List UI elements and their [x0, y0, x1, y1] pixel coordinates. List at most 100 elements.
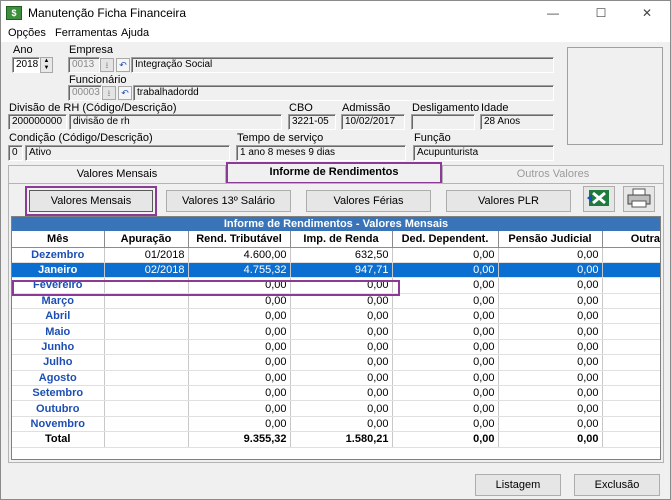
- table-cell: 01/2018: [104, 247, 189, 263]
- table-cell: 0,00: [498, 247, 603, 263]
- empresa-lookup-icon[interactable]: ⭳: [100, 58, 114, 72]
- ano-input[interactable]: 2018: [12, 57, 40, 73]
- cbo-field: 3221-05: [288, 114, 336, 130]
- table-cell: 0,00: [188, 293, 291, 310]
- valores-plr-button[interactable]: Valores PLR: [446, 190, 571, 212]
- table-cell: 0,00: [498, 400, 603, 417]
- table-cell: 0,00: [498, 262, 603, 279]
- col-rend-tributavel[interactable]: Rend. Tributável: [188, 231, 291, 248]
- close-button[interactable]: ✕: [624, 1, 670, 26]
- maximize-button[interactable]: ☐: [578, 1, 624, 26]
- table-cell: 0,00: [290, 400, 393, 417]
- table-cell: 0,00: [290, 308, 393, 325]
- table-cell: [104, 277, 189, 294]
- table-cell: [602, 370, 660, 387]
- grid-title: Informe de Rendimentos - Valores Mensais: [12, 217, 660, 231]
- col-apuracao[interactable]: Apuração: [104, 231, 189, 248]
- table-cell: 0,00: [392, 400, 499, 417]
- table-cell: [602, 262, 660, 279]
- table-row[interactable]: Abril 0,00 0,00 0,00 0,00: [12, 308, 660, 325]
- month-cell: Maio: [12, 323, 105, 340]
- table-cell: [602, 247, 660, 263]
- col-pensao-judicial[interactable]: Pensão Judicial: [498, 231, 603, 248]
- table-cell: 0,00: [392, 247, 499, 263]
- tab-valores-mensais[interactable]: Valores Mensais: [8, 165, 226, 183]
- empresa-code-input[interactable]: 0013: [68, 57, 100, 73]
- admissao-field: 10/02/2017: [341, 114, 405, 130]
- desligamento-label: Desligamento: [412, 102, 480, 114]
- table-row[interactable]: Dezembro 01/2018 4.600,00 632,50 0,00 0,00: [12, 247, 660, 263]
- table-cell: [602, 400, 660, 417]
- table-cell: [104, 293, 189, 310]
- table-cell: 0,00: [188, 277, 291, 294]
- export-excel-icon[interactable]: [583, 186, 615, 212]
- month-cell: Julho: [12, 354, 105, 371]
- exclusao-button[interactable]: Exclusão: [574, 474, 660, 496]
- month-cell: Abril: [12, 308, 105, 325]
- table-cell: 0,00: [392, 339, 499, 356]
- table-cell: 0,00: [498, 370, 603, 387]
- tab-informe-rendimentos[interactable]: Informe de Rendimentos: [226, 162, 442, 184]
- valores-13-salario-button[interactable]: Valores 13º Salário: [166, 190, 291, 212]
- table-row[interactable]: Agosto 0,00 0,00 0,00 0,00: [12, 370, 660, 387]
- month-cell: Outubro: [12, 400, 105, 417]
- table-row[interactable]: Fevereiro 0,00 0,00 0,00 0,00: [12, 277, 660, 294]
- table-row[interactable]: Março 0,00 0,00 0,00 0,00: [12, 293, 660, 310]
- tab-outros-valores[interactable]: Outros Valores: [442, 165, 664, 183]
- col-ded-dependent[interactable]: Ded. Dependent.: [392, 231, 499, 248]
- table-cell: 0,00: [392, 277, 499, 294]
- table-cell: 0,00: [188, 370, 291, 387]
- divisao-name-field: divisão de rh: [69, 114, 282, 130]
- minimize-button[interactable]: —: [530, 1, 576, 26]
- table-row[interactable]: Setembro 0,00 0,00 0,00 0,00: [12, 385, 660, 402]
- table-cell: 0,00: [498, 277, 603, 294]
- table-cell: 0,00: [188, 385, 291, 402]
- table-cell: 0,00: [290, 323, 393, 340]
- informe-table: Mês Apuração Rend. Tributável Imp. de Re…: [12, 231, 660, 448]
- ano-spinner[interactable]: ▲ ▼: [40, 57, 53, 73]
- month-cell: Março: [12, 293, 105, 310]
- menu-bar: Opções Ferramentas Ajuda: [1, 26, 670, 42]
- table-cell: [104, 416, 189, 433]
- listagem-button[interactable]: Listagem: [475, 474, 561, 496]
- table-cell: [104, 431, 189, 448]
- valores-mensais-button[interactable]: Valores Mensais: [25, 186, 157, 216]
- funcionario-code-input[interactable]: 00003: [68, 85, 102, 101]
- table-row[interactable]: Janeiro 02/2018 4.755,32 947,71 0,00 0,00: [12, 262, 660, 279]
- col-outras-ded[interactable]: Outras De: [602, 231, 660, 248]
- funcionario-lookup-icon[interactable]: ⭳: [102, 86, 116, 100]
- menu-opcoes[interactable]: Opções: [8, 27, 46, 39]
- table-cell: 0,00: [188, 339, 291, 356]
- table-cell: 0,00: [498, 354, 603, 371]
- table-row[interactable]: Outubro 0,00 0,00 0,00 0,00: [12, 400, 660, 417]
- funcionario-undo-icon[interactable]: ↶: [118, 86, 132, 100]
- table-cell: 0,00: [498, 293, 603, 310]
- table-cell: 0,00: [188, 354, 291, 371]
- valores-ferias-button[interactable]: Valores Férias: [306, 190, 431, 212]
- print-icon[interactable]: [623, 186, 655, 212]
- table-cell: [104, 385, 189, 402]
- table-cell: [602, 293, 660, 310]
- table-cell: 9.355,32: [188, 431, 291, 448]
- menu-ferramentas[interactable]: Ferramentas: [55, 27, 117, 39]
- condicao-code-field: 0: [8, 145, 23, 161]
- table-row[interactable]: Novembro 0,00 0,00 0,00 0,00: [12, 416, 660, 433]
- table-row[interactable]: Junho 0,00 0,00 0,00 0,00: [12, 339, 660, 356]
- table-row[interactable]: Julho 0,00 0,00 0,00 0,00: [12, 354, 660, 371]
- month-cell: Fevereiro: [12, 277, 105, 294]
- empresa-undo-icon[interactable]: ↶: [116, 58, 130, 72]
- table-cell: 0,00: [498, 339, 603, 356]
- table-cell: 947,71: [290, 262, 393, 279]
- main-window: $ Manutenção Ficha Financeira — ☐ ✕ Opçõ…: [0, 0, 671, 500]
- table-cell: 0,00: [188, 416, 291, 433]
- empresa-name-field: Integração Social: [131, 57, 554, 73]
- col-mes[interactable]: Mês: [12, 231, 105, 248]
- table-cell: [104, 308, 189, 325]
- table-row[interactable]: Maio 0,00 0,00 0,00 0,00: [12, 323, 660, 340]
- funcionario-name-field: trabalhadordd: [133, 85, 554, 101]
- table-cell: [104, 354, 189, 371]
- col-imp-renda[interactable]: Imp. de Renda: [290, 231, 393, 248]
- idade-label: Idade: [481, 102, 509, 114]
- menu-ajuda[interactable]: Ajuda: [121, 27, 149, 39]
- table-cell: [104, 323, 189, 340]
